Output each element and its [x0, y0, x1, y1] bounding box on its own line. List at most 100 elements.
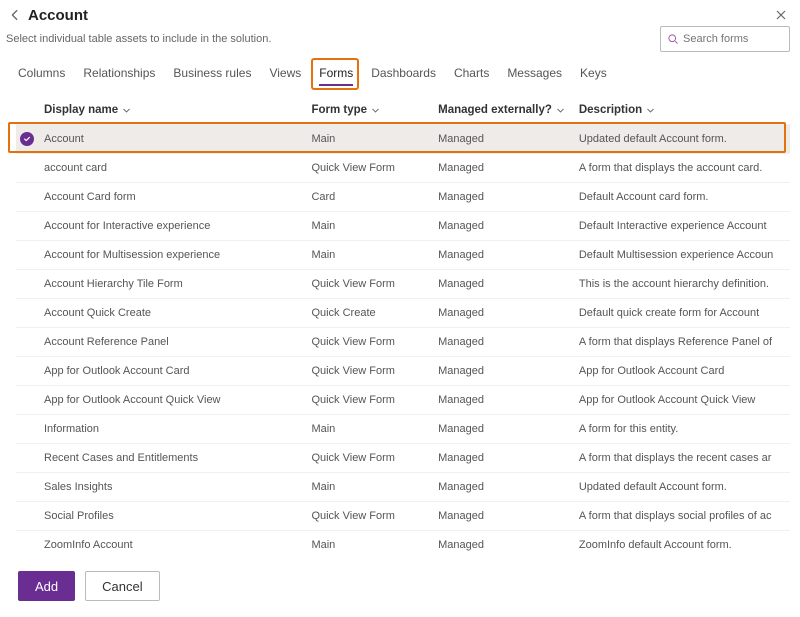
table-row[interactable]: AccountMainManagedUpdated default Accoun… — [16, 124, 790, 153]
cell-form-type: Quick View Form — [311, 336, 438, 348]
tabs-bar: Columns Relationships Business rules Views F… — [0, 56, 800, 90]
checkmark-icon — [20, 132, 34, 146]
cell-managed: Managed — [438, 191, 579, 203]
cell-form-type: Main — [311, 249, 438, 261]
column-header-managed[interactable]: Managed externally? — [438, 104, 579, 116]
add-button[interactable]: Add — [18, 571, 75, 601]
cell-description: Updated default Account form. — [579, 133, 790, 145]
cell-display-name: account card — [44, 162, 311, 174]
tab-forms[interactable]: Forms — [319, 66, 353, 86]
cell-description: Updated default Account form. — [579, 481, 790, 493]
table-row[interactable]: Recent Cases and EntitlementsQuick View … — [16, 443, 790, 472]
cell-form-type: Main — [311, 539, 438, 551]
chevron-down-icon — [371, 106, 380, 115]
cell-display-name: Account for Interactive experience — [44, 220, 311, 232]
column-header-description[interactable]: Description — [579, 104, 790, 116]
cell-description: ZoomInfo default Account form. — [579, 539, 790, 551]
tab-relationships[interactable]: Relationships — [83, 66, 155, 86]
cell-managed: Managed — [438, 510, 579, 522]
table-row[interactable]: Account for Interactive experienceMainMa… — [16, 211, 790, 240]
cell-description: Default Multisession experience Accoun — [579, 249, 790, 261]
tab-dashboards[interactable]: Dashboards — [371, 66, 436, 86]
tab-views[interactable]: Views — [269, 66, 301, 86]
cell-description: A form that displays social profiles of … — [579, 510, 790, 522]
cell-form-type: Main — [311, 220, 438, 232]
tab-messages[interactable]: Messages — [507, 66, 562, 86]
page-subtitle: Select individual table assets to includ… — [6, 33, 271, 45]
cell-managed: Managed — [438, 394, 579, 406]
cell-managed: Managed — [438, 307, 579, 319]
cell-form-type: Main — [311, 423, 438, 435]
cell-managed: Managed — [438, 278, 579, 290]
table-row[interactable]: App for Outlook Account CardQuick View F… — [16, 356, 790, 385]
table-row[interactable]: InformationMainManagedA form for this en… — [16, 414, 790, 443]
cell-managed: Managed — [438, 220, 579, 232]
chevron-down-icon — [646, 106, 655, 115]
table-row[interactable]: Account Hierarchy Tile FormQuick View Fo… — [16, 269, 790, 298]
table-row[interactable]: Account Card formCardManagedDefault Acco… — [16, 182, 790, 211]
table-row[interactable]: account cardQuick View FormManagedA form… — [16, 153, 790, 182]
column-header-form-type[interactable]: Form type — [311, 104, 438, 116]
cell-form-type: Main — [311, 133, 438, 145]
cell-display-name: Sales Insights — [44, 481, 311, 493]
cell-form-type: Quick View Form — [311, 510, 438, 522]
cell-description: A form that displays Reference Panel of — [579, 336, 790, 348]
cell-display-name: Account for Multisession experience — [44, 249, 311, 261]
cell-display-name: App for Outlook Account Quick View — [44, 394, 311, 406]
tab-business-rules[interactable]: Business rules — [173, 66, 251, 86]
cell-display-name: Recent Cases and Entitlements — [44, 452, 311, 464]
table-row[interactable]: ZoomInfo AccountMainManagedZoomInfo defa… — [16, 530, 790, 559]
row-checkbox[interactable] — [16, 132, 44, 146]
table-header: Display name Form type Managed externall… — [16, 90, 790, 124]
table-row[interactable]: Social ProfilesQuick View FormManagedA f… — [16, 501, 790, 530]
cell-managed: Managed — [438, 133, 579, 145]
cell-display-name: Account Hierarchy Tile Form — [44, 278, 311, 290]
cell-description: A form for this entity. — [579, 423, 790, 435]
cell-form-type: Main — [311, 481, 438, 493]
column-header-display-name[interactable]: Display name — [44, 104, 311, 116]
tab-columns[interactable]: Columns — [18, 66, 65, 86]
footer-bar: Add Cancel — [0, 559, 800, 617]
table-row[interactable]: Account Quick CreateQuick CreateManagedD… — [16, 298, 790, 327]
cancel-button[interactable]: Cancel — [85, 571, 159, 601]
cell-display-name: Social Profiles — [44, 510, 311, 522]
cell-managed: Managed — [438, 336, 579, 348]
cell-description: This is the account hierarchy definition… — [579, 278, 790, 290]
cell-description: A form that displays the recent cases ar — [579, 452, 790, 464]
cell-form-type: Quick Create — [311, 307, 438, 319]
chevron-down-icon — [556, 106, 565, 115]
table-row[interactable]: Account Reference PanelQuick View FormMa… — [16, 327, 790, 356]
cell-description: App for Outlook Account Card — [579, 365, 790, 377]
table-row[interactable]: Account for Multisession experienceMainM… — [16, 240, 790, 269]
cell-form-type: Quick View Form — [311, 365, 438, 377]
cell-managed: Managed — [438, 423, 579, 435]
page-title: Account — [28, 7, 88, 24]
cell-description: A form that displays the account card. — [579, 162, 790, 174]
cell-display-name: Account Reference Panel — [44, 336, 311, 348]
cell-display-name: ZoomInfo Account — [44, 539, 311, 551]
cell-display-name: Account Card form — [44, 191, 311, 203]
cell-display-name: Information — [44, 423, 311, 435]
cell-managed: Managed — [438, 162, 579, 174]
cell-description: App for Outlook Account Quick View — [579, 394, 790, 406]
tab-keys[interactable]: Keys — [580, 66, 607, 86]
cell-display-name: Account — [44, 133, 311, 145]
cell-managed: Managed — [438, 539, 579, 551]
cell-display-name: App for Outlook Account Card — [44, 365, 311, 377]
search-input[interactable] — [660, 26, 790, 52]
tab-charts[interactable]: Charts — [454, 66, 489, 86]
cell-form-type: Quick View Form — [311, 394, 438, 406]
close-icon[interactable] — [772, 6, 790, 24]
cell-display-name: Account Quick Create — [44, 307, 311, 319]
cell-managed: Managed — [438, 481, 579, 493]
table-row[interactable]: Sales InsightsMainManagedUpdated default… — [16, 472, 790, 501]
search-field[interactable] — [683, 33, 783, 45]
table-row[interactable]: App for Outlook Account Quick ViewQuick … — [16, 385, 790, 414]
cell-form-type: Quick View Form — [311, 452, 438, 464]
cell-form-type: Card — [311, 191, 438, 203]
search-icon — [667, 33, 679, 45]
cell-description: Default Account card form. — [579, 191, 790, 203]
cell-managed: Managed — [438, 365, 579, 377]
back-icon[interactable] — [6, 6, 24, 24]
chevron-down-icon — [122, 106, 131, 115]
